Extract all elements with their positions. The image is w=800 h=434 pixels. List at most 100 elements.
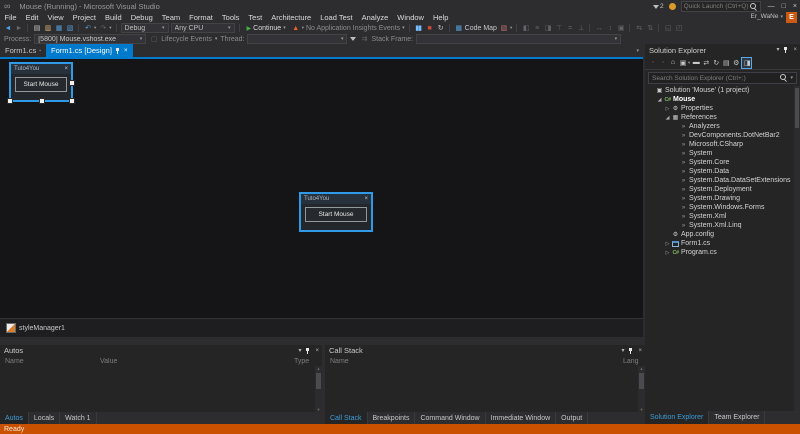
navigate-backward-icon[interactable]: ◄: [3, 23, 12, 33]
window-position-icon[interactable]: ▾: [776, 46, 779, 54]
collapse-arrow-icon[interactable]: ◢: [656, 97, 663, 103]
close-icon[interactable]: ×: [638, 347, 642, 355]
menu-team[interactable]: Team: [157, 13, 184, 22]
tool-tab-team-explorer[interactable]: Team Explorer: [709, 411, 766, 424]
filter-threads-icon[interactable]: [350, 37, 357, 41]
tool-tab-breakpoints[interactable]: Breakpoints: [368, 412, 416, 424]
resize-handle[interactable]: [69, 98, 75, 104]
expand-arrow-icon[interactable]: ▷: [664, 106, 671, 112]
form-close-icon[interactable]: ×: [364, 196, 368, 202]
save-icon[interactable]: ▦: [54, 23, 63, 33]
equal-horizontal-spacing-icon[interactable]: ⇆: [634, 23, 643, 33]
tab-form1-cs[interactable]: Form1.cs ▪: [0, 44, 46, 57]
pin-icon[interactable]: [628, 347, 634, 355]
scope-to-this-icon[interactable]: ▣: [678, 58, 687, 68]
column-header-lang[interactable]: Lang: [623, 358, 645, 365]
quick-launch-box[interactable]: Quick Launch (Ctrl+Q): [680, 1, 761, 12]
start-mouse-button[interactable]: Start Mouse: [15, 77, 67, 92]
menu-edit[interactable]: Edit: [21, 13, 43, 22]
close-button[interactable]: ×: [793, 3, 797, 10]
solution-explorer-search-box[interactable]: Search Solution Explorer (Ctrl+;) ▾: [648, 72, 797, 84]
menu-help[interactable]: Help: [428, 13, 452, 22]
solution-explorer-title-bar[interactable]: Solution Explorer ▾ ×: [645, 44, 800, 56]
tree-item-microsoft-csharp[interactable]: » Microsoft.CSharp: [645, 140, 793, 149]
designed-form[interactable]: Tuto4You × Start Mouse: [7, 62, 75, 104]
autos-scrollbar[interactable]: ▲ ▼: [315, 366, 322, 412]
column-header-value[interactable]: Value: [100, 358, 294, 365]
application-insights-icon[interactable]: ▲: [291, 23, 300, 33]
tree-item-system-data[interactable]: » System.Data: [645, 167, 793, 176]
call-stack-body[interactable]: [325, 366, 638, 412]
save-all-icon[interactable]: ▧: [65, 23, 74, 33]
tree-item-system-windows-forms[interactable]: » System.Windows.Forms: [645, 203, 793, 212]
undo-icon[interactable]: ↶: [83, 23, 92, 33]
tab-close-icon[interactable]: ×: [124, 47, 128, 54]
tree-item-app-config[interactable]: ⚙ App.config: [645, 230, 793, 239]
menu-file[interactable]: File: [0, 13, 21, 22]
signed-in-user[interactable]: Er_WaNe ▾: [751, 13, 783, 20]
restore-button[interactable]: □: [782, 3, 786, 10]
tab-form1-cs-design[interactable]: Form1.cs [Design] ×: [46, 44, 133, 57]
undo-dropdown-icon[interactable]: ▾: [94, 25, 96, 31]
tree-item-mouse[interactable]: ◢ C# Mouse: [645, 95, 793, 104]
component-tray[interactable]: styleManager1: [0, 318, 643, 337]
menu-project[interactable]: Project: [68, 13, 100, 22]
process-dropdown[interactable]: [5800] Mouse.vshost.exe ▾: [34, 34, 147, 44]
expand-arrow-icon[interactable]: ▷: [664, 250, 671, 256]
tree-item-system[interactable]: » System: [645, 149, 793, 158]
column-header-name[interactable]: Name: [330, 358, 623, 365]
tool-tab-solution-explorer[interactable]: Solution Explorer: [645, 411, 710, 424]
resize-handle[interactable]: [7, 98, 13, 104]
work-item-dropdown-icon[interactable]: ▾: [510, 25, 512, 31]
start-mouse-button[interactable]: Start Mouse: [305, 207, 367, 222]
tree-item-devcomponents-dotnetbar2[interactable]: » DevComponents.DotNetBar2: [645, 131, 793, 140]
form-close-icon[interactable]: ×: [64, 66, 68, 72]
menu-view[interactable]: View: [43, 13, 68, 22]
stack-frame-dropdown[interactable]: ▾: [416, 34, 622, 44]
form-designer-surface[interactable]: Tuto4You × Start Mouse Tuto4You × Start …: [0, 59, 643, 318]
lifecycle-dropdown-icon[interactable]: ▾: [215, 36, 218, 42]
collapse-all-icon[interactable]: ▬: [691, 58, 700, 68]
close-icon[interactable]: ×: [315, 347, 319, 355]
call-stack-scrollbar[interactable]: ▲ ▼: [638, 366, 645, 412]
call-stack-panel-title-bar[interactable]: Call Stack ▾ ×: [325, 345, 645, 356]
flag-threads-icon[interactable]: ⇉: [359, 34, 368, 44]
collapse-arrow-icon[interactable]: ◢: [664, 115, 671, 121]
home-icon[interactable]: ⌂: [668, 58, 677, 68]
tree-item-form1-cs[interactable]: ▷ Form1.cs: [645, 239, 793, 248]
tool-tab-command-window[interactable]: Command Window: [415, 412, 486, 424]
lifecycle-events-icon[interactable]: ▢: [149, 34, 158, 44]
running-app-window[interactable]: Tuto4You × Start Mouse: [299, 192, 373, 232]
new-file-icon[interactable]: ▤: [32, 23, 41, 33]
make-same-width-icon[interactable]: ↔: [594, 23, 603, 33]
send-to-back-icon[interactable]: ◰: [674, 23, 683, 33]
tool-tab-immediate-window[interactable]: Immediate Window: [486, 412, 557, 424]
tool-tab-call-stack[interactable]: Call Stack: [325, 412, 368, 424]
menu-window[interactable]: Window: [393, 13, 429, 22]
redo-icon[interactable]: ↷: [98, 23, 107, 33]
autos-column-headers[interactable]: Name Value Type: [0, 356, 322, 366]
autos-panel-title-bar[interactable]: Autos ▾ ×: [0, 345, 322, 356]
tree-item-solution-mouse-1-project[interactable]: ▣ Solution 'Mouse' (1 project): [645, 86, 793, 95]
navigate-back-icon[interactable]: ◦: [648, 58, 657, 68]
tree-item-system-drawing[interactable]: » System.Drawing: [645, 194, 793, 203]
menu-architecture[interactable]: Architecture: [267, 13, 316, 22]
tree-item-program-cs[interactable]: ▷ C# Program.cs: [645, 248, 793, 257]
tree-item-references[interactable]: ◢ ▦ References: [645, 113, 793, 122]
tray-component-label[interactable]: styleManager1: [19, 325, 65, 332]
navigate-forward-icon[interactable]: ►: [14, 23, 23, 33]
tree-item-system-xml[interactable]: » System.Xml: [645, 212, 793, 221]
align-centers-icon[interactable]: ≡: [532, 23, 541, 33]
code-map-button[interactable]: Code Map: [465, 25, 497, 32]
window-position-icon[interactable]: ▾: [298, 347, 301, 355]
equal-vertical-spacing-icon[interactable]: ⇅: [645, 23, 654, 33]
align-rights-icon[interactable]: ◨: [543, 23, 552, 33]
search-options-icon[interactable]: ▾: [790, 75, 793, 81]
tool-tab-locals[interactable]: Locals: [29, 412, 61, 424]
scope-to-this-dropdown-icon[interactable]: ▾: [688, 60, 690, 66]
tool-tab-output[interactable]: Output: [556, 412, 589, 424]
pin-icon[interactable]: [305, 347, 311, 355]
tool-tab-autos[interactable]: Autos: [0, 412, 29, 424]
align-bottoms-icon[interactable]: ⊥: [576, 23, 585, 33]
pin-icon[interactable]: [783, 46, 789, 54]
